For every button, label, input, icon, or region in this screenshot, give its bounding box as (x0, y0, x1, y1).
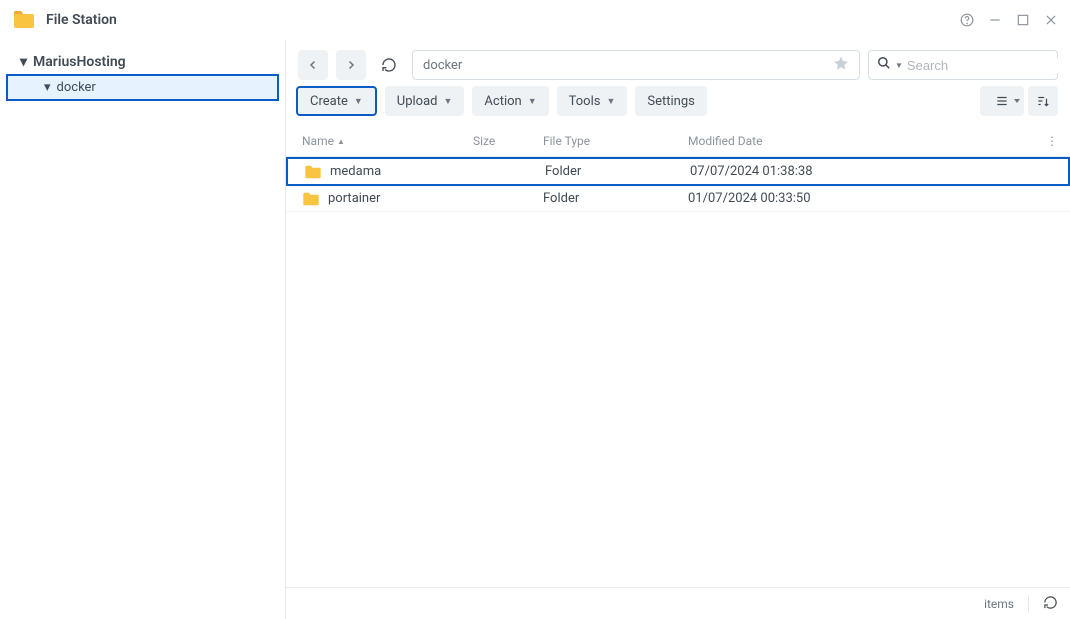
row-name: portainer (328, 191, 380, 206)
search-input[interactable] (907, 58, 1070, 73)
app-title: File Station (46, 12, 960, 28)
upload-button[interactable]: Upload▼ (385, 86, 465, 116)
chevron-down-icon: ▾ (20, 54, 27, 70)
col-header-modified[interactable]: Modified Date (688, 134, 1038, 148)
chevron-down-icon: ▾ (44, 80, 51, 95)
folder-icon (304, 165, 322, 179)
chevron-down-icon: ▼ (895, 61, 903, 70)
row-type: Folder (545, 164, 690, 179)
minimize-icon[interactable] (988, 13, 1002, 27)
help-icon[interactable] (960, 13, 974, 27)
star-icon[interactable] (833, 55, 849, 75)
status-items: items (984, 597, 1014, 611)
settings-button[interactable]: Settings (635, 86, 706, 116)
tree-root-label: MariusHosting (33, 54, 126, 70)
sort-asc-icon: ▲ (337, 137, 345, 146)
back-button[interactable] (298, 50, 328, 80)
create-button[interactable]: Create▼ (296, 86, 377, 116)
folder-icon (302, 192, 320, 206)
row-modified: 07/07/2024 01:38:38 (690, 164, 1036, 179)
action-toolbar: Create▼ Upload▼ Action▼ Tools▼ Settings (286, 86, 1070, 126)
sidebar: ▾ MariusHosting ▾ docker (0, 40, 285, 619)
tree-root[interactable]: ▾ MariusHosting (0, 50, 285, 74)
breadcrumb-path: docker (423, 58, 462, 73)
table-row[interactable]: portainer Folder01/07/2024 00:33:50 (286, 186, 1070, 212)
table-body: medama Folder07/07/2024 01:38:38 portainer… (286, 157, 1070, 587)
sort-button[interactable] (1028, 86, 1058, 116)
row-name: medama (330, 164, 381, 179)
view-mode-button[interactable] (980, 86, 1024, 116)
col-header-name[interactable]: Name▲ (298, 134, 473, 148)
app-folder-icon (12, 8, 36, 32)
row-modified: 01/07/2024 00:33:50 (688, 191, 1038, 206)
row-type: Folder (543, 191, 688, 206)
search-icon (877, 56, 891, 74)
maximize-icon[interactable] (1016, 13, 1030, 27)
refresh-button[interactable] (374, 50, 404, 80)
statusbar: items (286, 587, 1070, 619)
col-more-icon[interactable]: ⋮ (1038, 134, 1058, 148)
close-icon[interactable] (1044, 13, 1058, 27)
table-row[interactable]: medama Folder07/07/2024 01:38:38 (286, 157, 1070, 186)
nav-toolbar: docker ▼ (286, 40, 1070, 86)
col-header-size[interactable]: Size (473, 134, 543, 148)
breadcrumb[interactable]: docker (412, 50, 860, 80)
action-button[interactable]: Action▼ (472, 86, 548, 116)
tree-item-label: docker (57, 80, 96, 95)
forward-button[interactable] (336, 50, 366, 80)
col-header-type[interactable]: File Type (543, 134, 688, 148)
tree-item-docker[interactable]: ▾ docker (6, 74, 279, 101)
titlebar: File Station (0, 0, 1070, 40)
search-box[interactable]: ▼ (868, 50, 1058, 80)
table-header: Name▲ Size File Type Modified Date ⋮ (286, 126, 1070, 157)
divider (1028, 596, 1029, 612)
refresh-status-button[interactable] (1043, 595, 1058, 613)
tools-button[interactable]: Tools▼ (557, 86, 628, 116)
